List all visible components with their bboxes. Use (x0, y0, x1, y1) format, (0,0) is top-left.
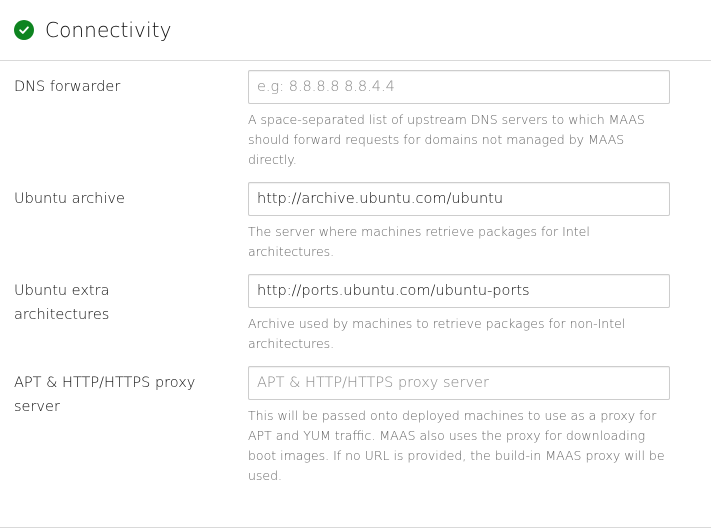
proxy-server-help: This will be passed onto deployed machin… (248, 408, 665, 483)
section-title: Connectivity (45, 18, 172, 42)
dns-forwarder-input[interactable] (248, 70, 670, 104)
ubuntu-extra-architectures-help: Archive used by machines to retrieve pac… (248, 316, 626, 351)
section-header: Connectivity (14, 17, 172, 43)
proxy-server-label: APT & HTTP/HTTPS proxy server (14, 375, 196, 415)
dns-forwarder-help: A space-separated list of upstream DNS s… (248, 112, 645, 167)
ubuntu-extra-architectures-input[interactable] (248, 274, 670, 308)
connectivity-settings-panel: Connectivity DNS forwarder A space-separ… (0, 0, 711, 531)
ubuntu-extra-architectures-label: Ubuntu extra architectures (14, 283, 110, 323)
footer-divider (0, 527, 711, 528)
success-check-icon (14, 20, 34, 40)
ubuntu-archive-help: The server where machines retrieve packa… (248, 224, 590, 259)
ubuntu-archive-input[interactable] (248, 182, 670, 216)
proxy-server-input[interactable] (248, 366, 670, 400)
ubuntu-archive-label: Ubuntu archive (14, 191, 125, 207)
section-divider (0, 60, 711, 61)
dns-forwarder-label: DNS forwarder (14, 79, 121, 95)
